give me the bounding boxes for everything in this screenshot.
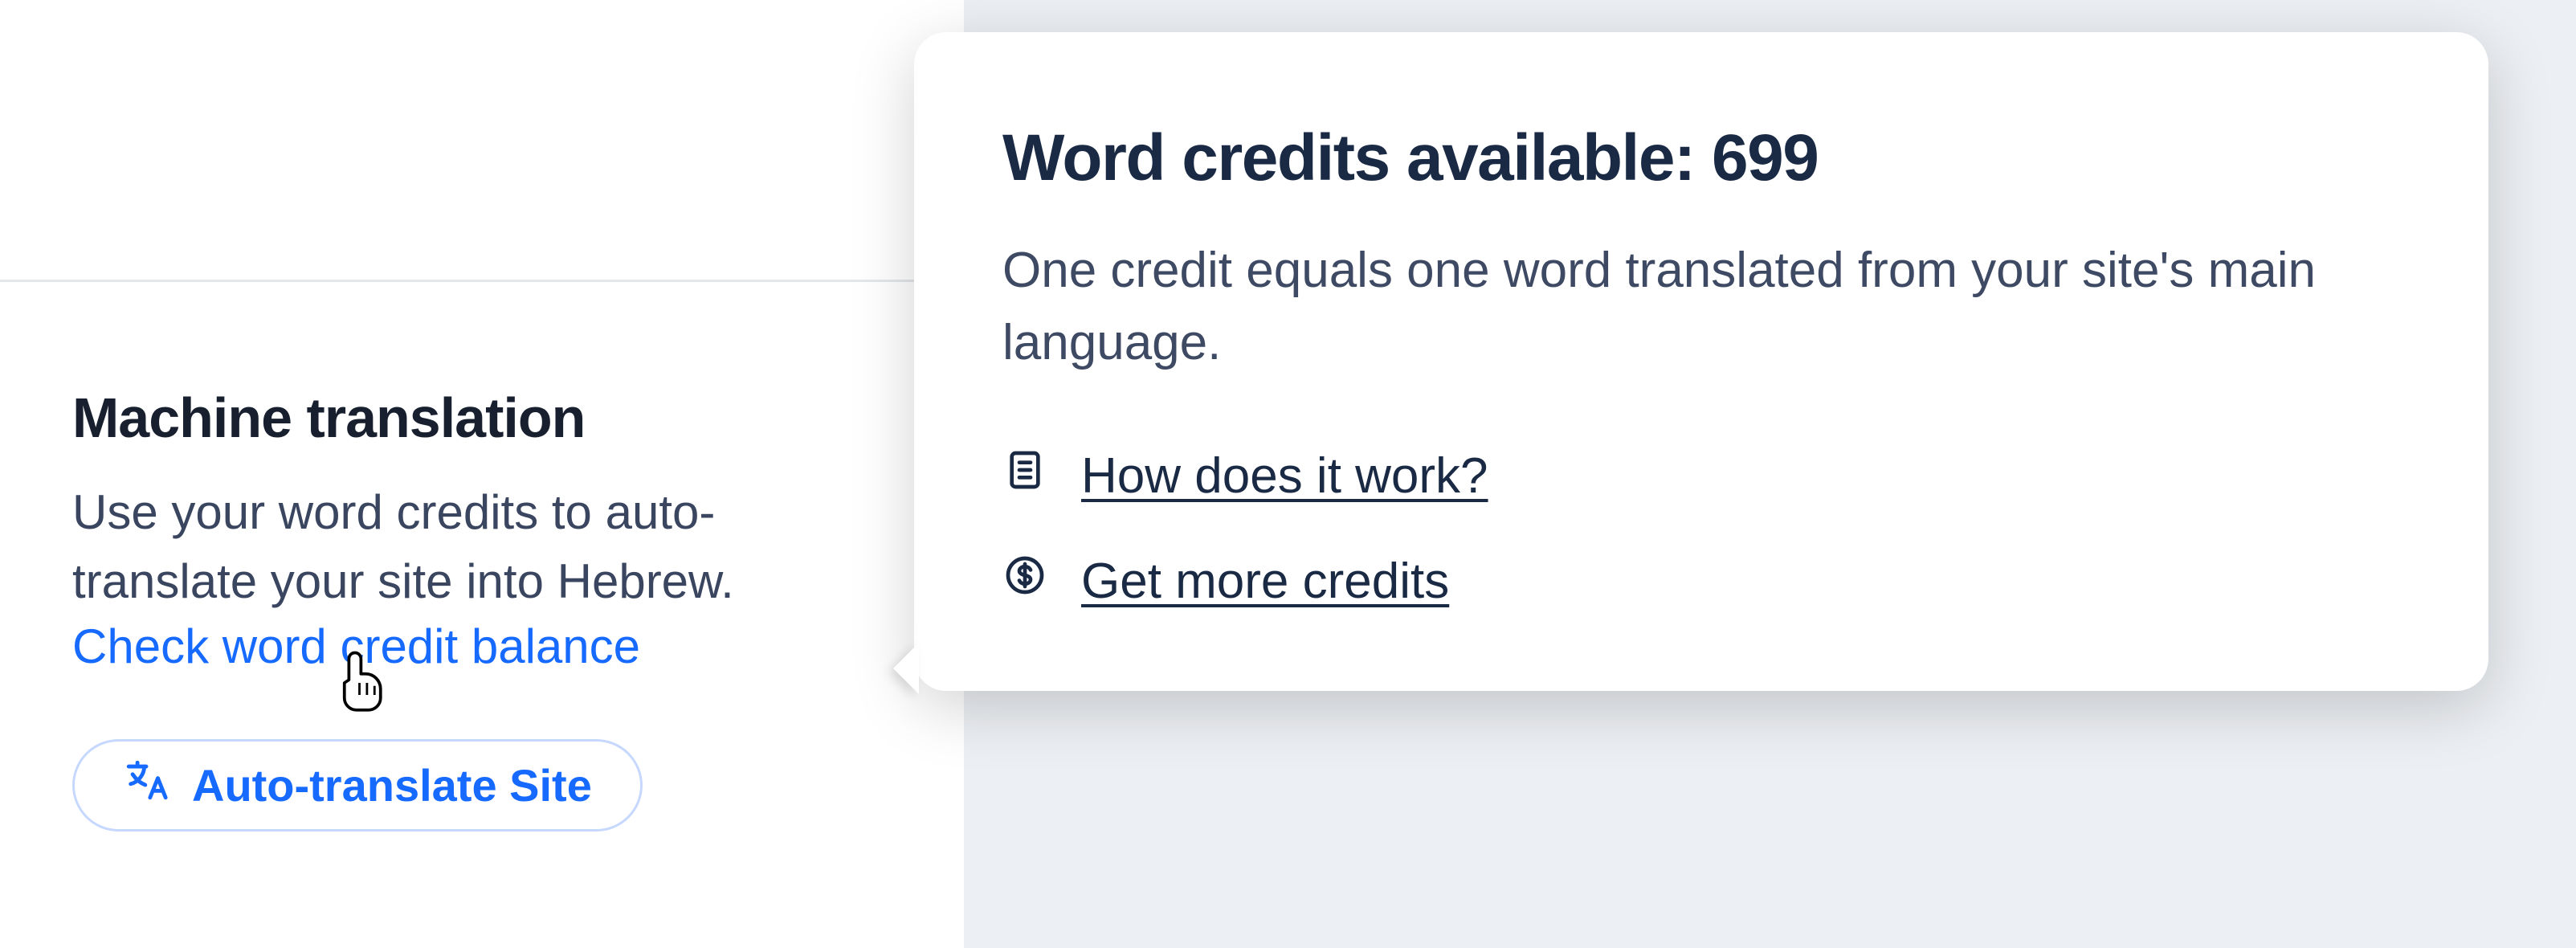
tooltip-links: How does it work? Get more credits — [1002, 447, 2400, 610]
tooltip-title: Word credits available: 699 — [1002, 121, 2400, 196]
how-does-it-work-link[interactable]: How does it work? — [1002, 447, 2400, 505]
tooltip-title-prefix: Word credits available: — [1002, 121, 1712, 194]
auto-translate-site-label: Auto-translate Site — [192, 759, 592, 811]
word-credits-tooltip: Word credits available: 699 One credit e… — [914, 32, 2488, 691]
pointer-cursor-icon — [341, 651, 390, 715]
section-description: Use your word credits to auto-translate … — [72, 478, 876, 616]
tooltip-description: One credit equals one word translated fr… — [1002, 235, 2400, 379]
translate-icon — [123, 757, 169, 814]
get-more-credits-label: Get more credits — [1081, 553, 1449, 610]
document-icon — [1002, 447, 1047, 505]
divider — [0, 280, 964, 282]
tooltip-credit-count: 699 — [1712, 121, 1818, 194]
how-does-it-work-label: How does it work? — [1081, 447, 1488, 505]
section-title: Machine translation — [72, 386, 585, 450]
auto-translate-site-button[interactable]: Auto-translate Site — [72, 739, 643, 832]
dollar-circle-icon — [1002, 553, 1047, 610]
get-more-credits-link[interactable]: Get more credits — [1002, 553, 2400, 610]
tooltip-arrow — [893, 643, 919, 694]
